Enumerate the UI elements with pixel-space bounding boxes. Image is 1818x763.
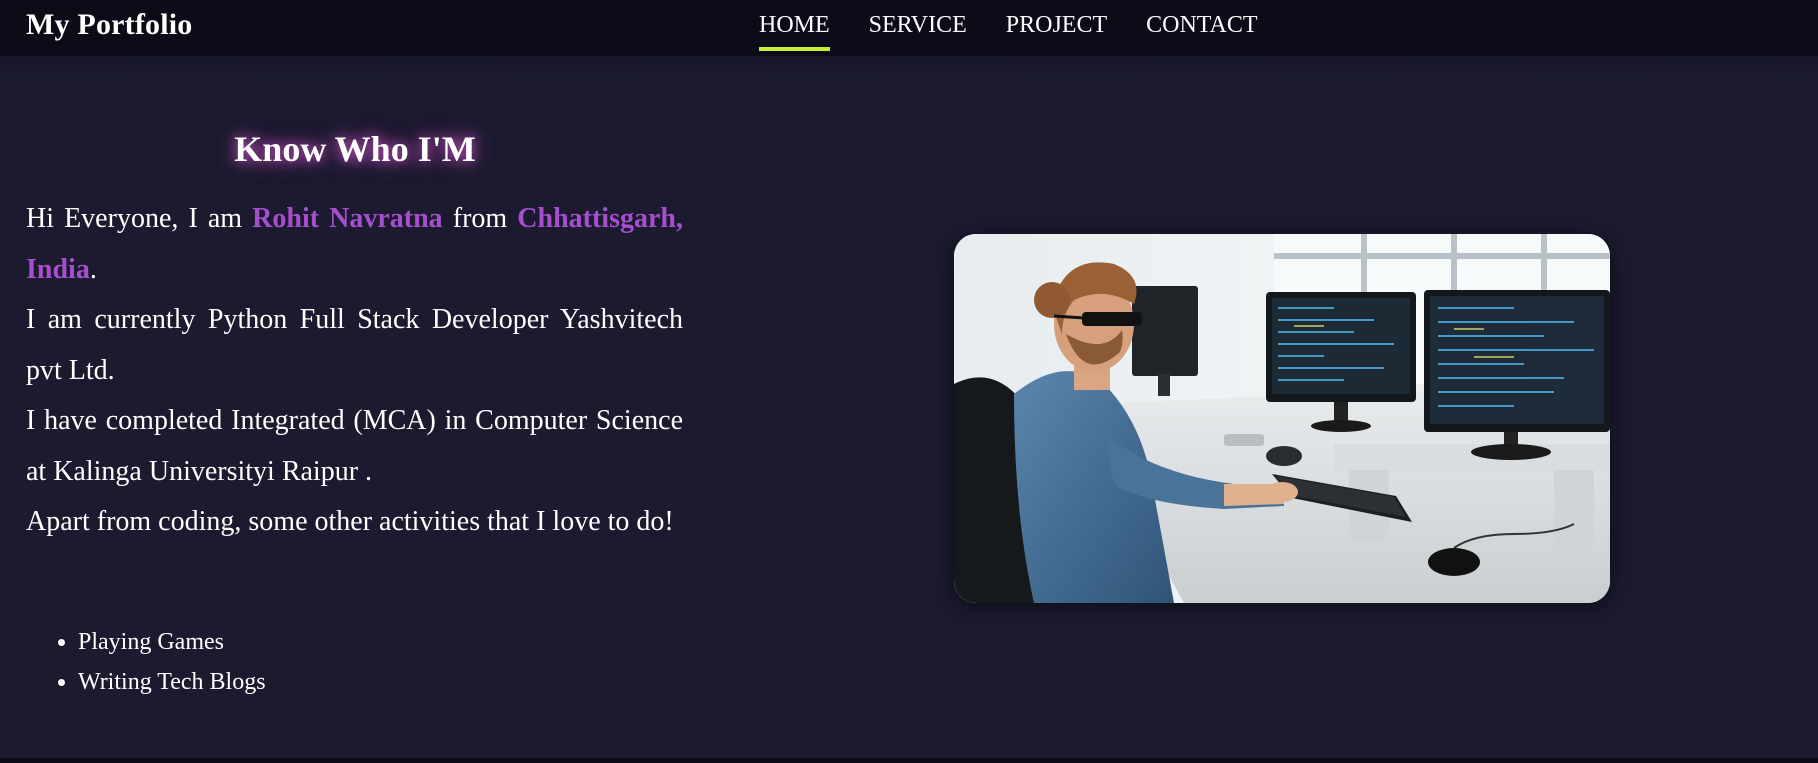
intro-mid: from bbox=[442, 203, 518, 234]
developer-photo bbox=[954, 234, 1610, 603]
navbar: My Portfolio HOME SERVICE PROJECT CONTAC… bbox=[0, 0, 1818, 56]
developer-at-desk-illustration bbox=[954, 234, 1610, 603]
navbar-shadow bbox=[0, 56, 1818, 78]
about-text: Hi Everyone, I am Rohit Navratna from Ch… bbox=[26, 194, 683, 548]
nav-project-link[interactable]: PROJECT bbox=[1006, 10, 1107, 40]
brand-logo[interactable]: My Portfolio bbox=[26, 8, 193, 42]
list-item: Playing Games bbox=[78, 622, 266, 662]
nav-home-link[interactable]: HOME bbox=[759, 10, 830, 51]
nav-service-link[interactable]: SERVICE bbox=[869, 10, 967, 40]
intro-suffix: . bbox=[89, 253, 97, 285]
intro-paragraph: Hi Everyone, I am Rohit Navratna from Ch… bbox=[26, 194, 683, 295]
job-paragraph: I am currently Python Full Stack Develop… bbox=[26, 304, 683, 386]
footer-divider bbox=[0, 758, 1818, 763]
about-title: Know Who I'M bbox=[234, 129, 476, 169]
nav-links: HOME SERVICE PROJECT CONTACT bbox=[759, 10, 1258, 51]
intro-prefix: Hi Everyone, I am bbox=[26, 203, 253, 234]
list-item: Writing Tech Blogs bbox=[78, 662, 266, 702]
hobbies-paragraph: Apart from coding, some other activities… bbox=[26, 506, 674, 537]
author-name: Rohit Navratna bbox=[252, 203, 443, 234]
education-paragraph: I have completed Integrated (MCA) in Com… bbox=[26, 405, 683, 487]
activity-list: Playing Games Writing Tech Blogs bbox=[52, 622, 266, 702]
nav-contact-link[interactable]: CONTACT bbox=[1146, 10, 1257, 40]
